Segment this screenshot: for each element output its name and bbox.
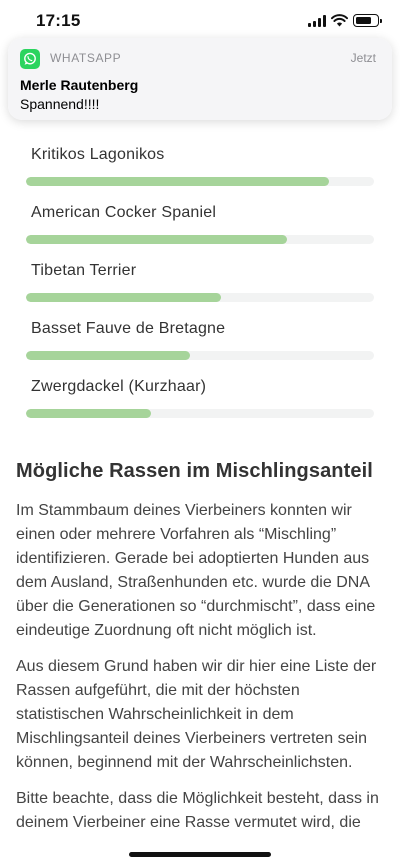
- breed-name: Kritikos Lagonikos: [31, 146, 165, 163]
- breed-bar-fill: [26, 409, 152, 418]
- status-bar: 17:15: [0, 0, 400, 40]
- breed-bar-fill: [26, 177, 329, 186]
- whatsapp-icon: [20, 49, 40, 69]
- breed-bar-track: [26, 351, 374, 360]
- breed-bar-fill: [26, 235, 287, 244]
- breed-bar-fill: [26, 351, 190, 360]
- paragraph: Aus diesem Grund haben wir dir hier eine…: [16, 658, 377, 771]
- notification-app-name: WHATSAPP: [50, 51, 122, 65]
- breed-name: American Cocker Spaniel: [31, 204, 217, 221]
- section-title: Mögliche Rassen im Mischlingsanteil: [16, 460, 373, 482]
- notification-message: Spannend!!!!: [20, 96, 100, 112]
- breed-bar-fill: [26, 293, 221, 302]
- battery-icon: [353, 14, 382, 27]
- breed-name: Basset Fauve de Bretagne: [31, 320, 226, 337]
- breed-name: Zwergdackel (Kurzhaar): [31, 378, 207, 395]
- paragraph: Bitte beachte, dass die Möglichkeit best…: [16, 790, 379, 831]
- whatsapp-notification[interactable]: WHATSAPP Jetzt Merle Rautenberg Spannend…: [8, 38, 392, 120]
- breed-bar-track: [26, 293, 374, 302]
- status-time: 17:15: [36, 11, 81, 30]
- breed-bar-track: [26, 235, 374, 244]
- paragraph: Im Stammbaum deines Vierbeiners konnten …: [16, 502, 376, 639]
- breed-bar-track: [26, 409, 374, 418]
- breed-bar-track: [26, 177, 374, 186]
- notification-time: Jetzt: [350, 51, 376, 65]
- wifi-icon: [331, 14, 348, 27]
- cellular-signal-icon: [308, 15, 326, 27]
- notification-sender: Merle Rautenberg: [20, 77, 139, 93]
- breed-name: Tibetan Terrier: [31, 262, 137, 279]
- home-indicator[interactable]: [129, 852, 271, 857]
